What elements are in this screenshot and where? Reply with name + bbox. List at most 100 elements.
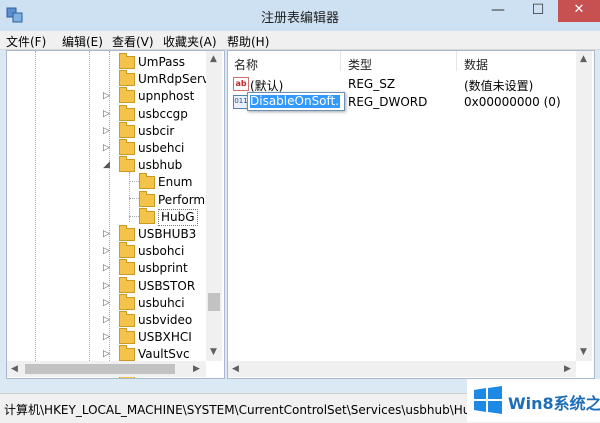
scroll-up-icon[interactable]: ▲ <box>580 54 587 64</box>
folder-icon <box>119 87 135 104</box>
values-list-pane[interactable]: 名称 类型 数据 ab (默认) REG_SZ (数值未设置) 011 Disa… <box>227 50 595 379</box>
collapsed-arrow-icon[interactable]: ▷ <box>103 259 110 277</box>
folder-icon <box>139 173 155 190</box>
list-horizontal-scrollbar[interactable]: ◀ ▶ <box>228 361 576 377</box>
collapsed-arrow-icon[interactable]: ▷ <box>103 87 110 105</box>
value-data: (数值未设置) <box>464 79 534 93</box>
tree-item-usbxhci[interactable]: ▷ USBXHCI <box>7 328 205 346</box>
scroll-left-icon[interactable]: ◀ <box>232 364 239 374</box>
folder-icon <box>119 53 135 69</box>
tree-item-usbehci[interactable]: ▷ usbehci <box>7 139 205 157</box>
tree-item-label: usbcir <box>138 123 175 138</box>
key-tree-pane[interactable]: UmPass UmRdpServ ▷ upnphost ▷ usbccgp ▷ usbcir ▷… <box>6 50 225 379</box>
tree-item-usbvideo[interactable]: ▷ usbvideo <box>7 311 205 329</box>
folder-icon <box>119 139 135 155</box>
tree-item-label: USBHUB3 <box>138 227 197 241</box>
key-path: 计算机\HKEY_LOCAL_MACHINE\SYSTEM\CurrentCon… <box>4 403 488 417</box>
folder-icon <box>139 190 155 207</box>
rename-input[interactable]: DisableOnSoft... <box>247 92 345 111</box>
list-vertical-scrollbar[interactable]: ▲ ▼ <box>576 51 592 361</box>
minimize-button[interactable]: — <box>478 0 518 22</box>
menu-help[interactable]: 帮助(H) <box>227 33 269 50</box>
scroll-thumb[interactable] <box>25 364 175 374</box>
value-data: 0x00000000 (0) <box>464 95 561 109</box>
menu-file[interactable]: 文件(F) <box>6 33 46 50</box>
folder-icon <box>119 121 135 138</box>
rename-input-text[interactable]: DisableOnSoft... <box>250 95 340 108</box>
tree-item-upnphost[interactable]: ▷ upnphost <box>7 87 205 105</box>
tree-item-usbhub[interactable]: ◢ usbhub <box>7 156 205 174</box>
tree-item-label: USBXHCI <box>138 330 192 345</box>
tree-item-label: HubG <box>158 208 198 226</box>
tree-item-usbohci[interactable]: ▷ usbohci <box>7 242 205 260</box>
collapsed-arrow-icon[interactable]: ▷ <box>103 311 110 329</box>
collapsed-arrow-icon[interactable]: ▷ <box>103 242 110 260</box>
collapsed-arrow-icon[interactable]: ▷ <box>103 277 110 295</box>
string-value-icon: ab <box>233 77 249 91</box>
tree-item-enum[interactable]: Enum <box>7 173 205 191</box>
maximize-button[interactable]: ☐ <box>518 0 558 22</box>
folder-icon <box>119 276 135 293</box>
column-header-type[interactable]: 类型 <box>348 56 372 73</box>
tree-item-label: usbohci <box>138 244 185 259</box>
tree-item-label: usbprint <box>138 261 188 276</box>
scroll-down-icon[interactable]: ▼ <box>580 347 587 357</box>
tree-item-label: UmRdpServ <box>138 72 210 87</box>
folder-icon <box>139 207 155 224</box>
scroll-thumb[interactable] <box>208 293 220 311</box>
folder-icon <box>119 242 135 259</box>
scroll-left-icon[interactable]: ◀ <box>11 364 18 374</box>
tree-item-usbstor[interactable]: ▷ USBSTOR <box>7 276 205 295</box>
menu-bar: 文件(F) 编辑(E) 查看(V) 收藏夹(A) 帮助(H) <box>0 31 600 50</box>
title-bar: 注册表编辑器 — ☐ ✕ <box>0 0 600 31</box>
collapsed-arrow-icon[interactable]: ▷ <box>103 139 110 157</box>
menu-view[interactable]: 查看(V) <box>112 33 154 50</box>
folder-icon <box>119 293 135 310</box>
tree-item-performa[interactable]: Performa <box>7 190 212 209</box>
folder-icon <box>119 104 135 121</box>
folder-icon <box>119 225 135 241</box>
tree-item-label: usbuhci <box>138 295 185 310</box>
folder-icon <box>119 328 135 345</box>
column-divider[interactable] <box>340 51 341 71</box>
folder-icon <box>119 70 135 87</box>
tree-item-usbprint[interactable]: ▷ usbprint <box>7 259 205 277</box>
tree-item-usbccgp[interactable]: ▷ usbccgp <box>7 104 205 123</box>
close-button[interactable]: ✕ <box>558 0 600 22</box>
tree-item-label: Performa <box>158 192 213 207</box>
folder-icon <box>119 156 135 173</box>
watermark-text: Win8系统之家 <box>508 394 600 413</box>
folder-icon <box>119 345 135 362</box>
tree-horizontal-scrollbar[interactable]: ◀ ▶ <box>7 361 206 377</box>
tree-item-label: upnphost <box>138 89 195 104</box>
column-header-data[interactable]: 数据 <box>464 56 488 73</box>
expanded-arrow-icon[interactable]: ◢ <box>103 156 110 174</box>
collapsed-arrow-icon[interactable]: ▷ <box>103 122 110 140</box>
tree-item-usbcir[interactable]: ▷ usbcir <box>7 121 205 140</box>
tree-item-usbhub3[interactable]: ▷ USBHUB3 <box>7 225 205 243</box>
tree-item-umpass[interactable]: UmPass <box>7 53 205 71</box>
windows-logo-icon <box>474 386 502 414</box>
collapsed-arrow-icon[interactable]: ▷ <box>103 105 110 123</box>
collapsed-arrow-icon[interactable]: ▷ <box>103 294 110 312</box>
tree-item-hubg[interactable]: HubG <box>7 207 205 226</box>
scroll-up-icon[interactable]: ▲ <box>210 54 217 64</box>
column-divider[interactable] <box>456 51 457 71</box>
scroll-right-icon[interactable]: ▶ <box>193 364 200 374</box>
column-header-name[interactable]: 名称 <box>234 56 258 73</box>
scroll-down-icon[interactable]: ▼ <box>210 347 217 357</box>
menu-favorites[interactable]: 收藏夹(A) <box>163 33 217 50</box>
tree-item-label: UmPass <box>138 55 186 69</box>
menu-edit[interactable]: 编辑(E) <box>62 33 103 50</box>
tree-item-usbuhci[interactable]: ▷ usbuhci <box>7 293 205 312</box>
collapsed-arrow-icon[interactable]: ▷ <box>103 225 110 243</box>
tree-item-label: usbehci <box>138 141 185 155</box>
collapsed-arrow-icon[interactable]: ▷ <box>103 328 110 346</box>
scroll-right-icon[interactable]: ▶ <box>564 364 571 374</box>
tree-item-label: usbhub <box>138 158 183 173</box>
tree-item-label: Enum <box>158 175 193 190</box>
tree-vertical-scrollbar[interactable]: ▲ ▼ <box>206 51 222 361</box>
value-type: REG_DWORD <box>348 95 428 109</box>
tree-item-umrdpserv[interactable]: UmRdpServ <box>7 70 209 88</box>
tree-item-label: usbccgp <box>138 106 188 121</box>
